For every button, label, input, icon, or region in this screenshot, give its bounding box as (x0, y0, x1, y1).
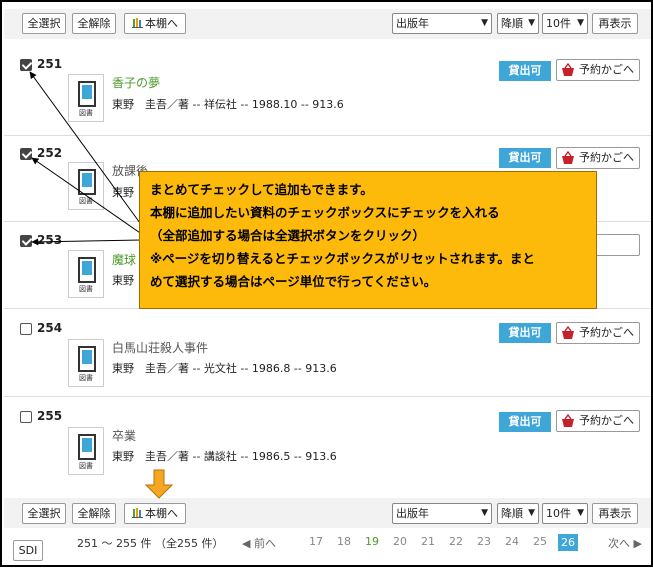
pointer-arrow-252 (31, 157, 147, 238)
pointer-arrow-253 (31, 238, 143, 246)
screenshot-frame: 全選択 全解除 本棚へ 出版年 ▼ 降順 ▼ 10件 ▼ 再表示 251 図書 香子の… (0, 0, 653, 567)
pointer-arrow-251 (29, 71, 149, 235)
help-callout: まとめてチェックして追加もできます。 本棚に追加したい資料のチェックボックスにチ… (139, 171, 597, 309)
down-arrow-icon (144, 469, 174, 499)
callout-line: ※ページを切り替えるとチェックボックスがリセットされます。まと (150, 251, 535, 266)
callout-line: （全部追加する場合は全選択ボタンをクリック） (150, 228, 426, 243)
callout-line: まとめてチェックして追加もできます。 (150, 182, 373, 197)
callout-line: めて選択する場合はページ単位で行ってください。 (150, 274, 437, 289)
callout-line: 本棚に追加したい資料のチェックボックスにチェックを入れる (150, 205, 500, 220)
